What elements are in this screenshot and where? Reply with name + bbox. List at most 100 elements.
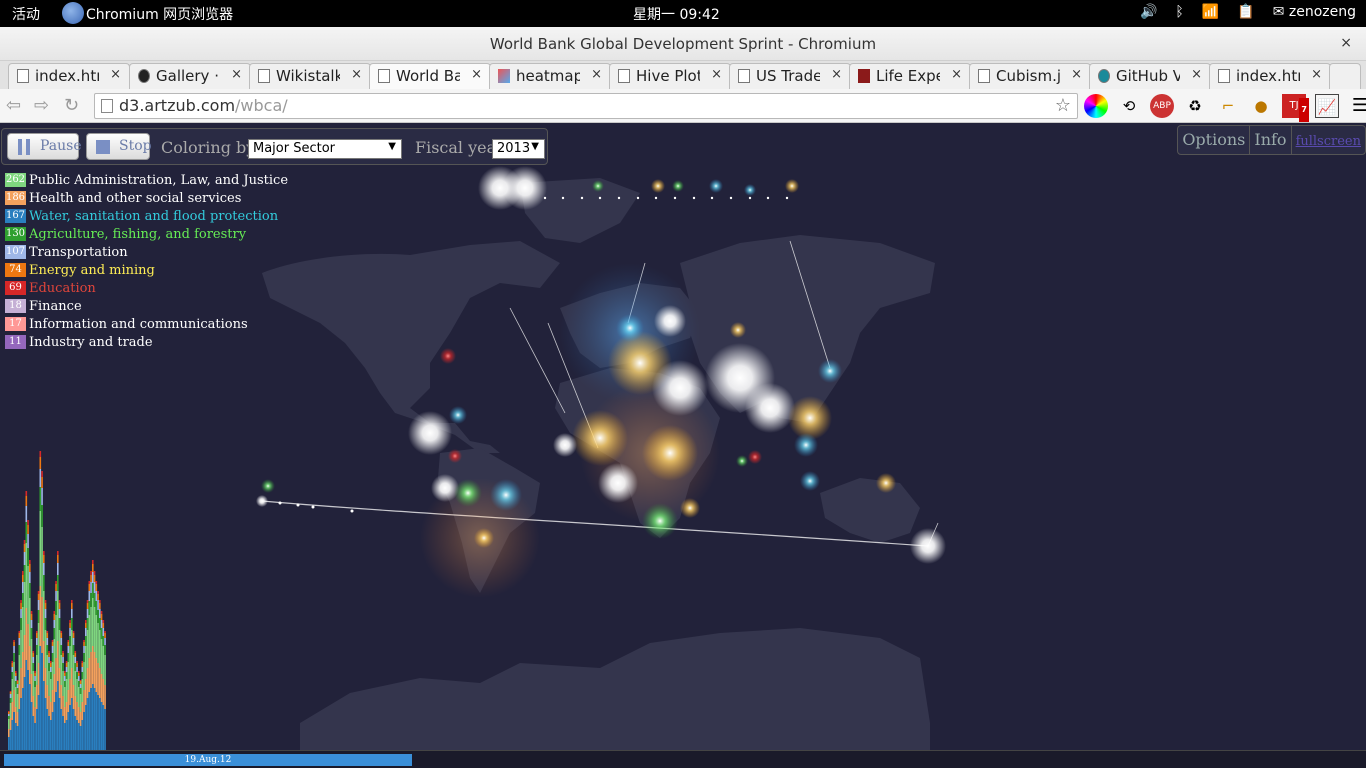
pause-icon: [18, 139, 30, 155]
tab-index-1[interactable]: index.htr ×: [8, 63, 130, 89]
histogram-bar-segment: [97, 591, 99, 594]
histogram-bar-segment: [93, 688, 96, 751]
refresh-extension-icon[interactable]: ♻: [1183, 94, 1207, 118]
histogram-bar-segment: [53, 614, 56, 620]
histogram-bar-segment: [72, 655, 75, 685]
volume-icon[interactable]: 🔊: [1140, 4, 1157, 20]
forward-icon[interactable]: ⇨: [34, 95, 49, 116]
tab-close-icon[interactable]: ×: [231, 67, 242, 82]
histogram-bar-segment: [53, 620, 56, 628]
histogram-bar-segment: [27, 525, 29, 534]
legend-item[interactable]: 69 Education: [5, 279, 288, 297]
cookie-icon[interactable]: ●: [1249, 94, 1273, 118]
tj-extension-icon[interactable]: TJ 7: [1282, 94, 1309, 122]
window-close-button[interactable]: ×: [1340, 35, 1352, 51]
legend-item[interactable]: 18 Finance: [5, 297, 288, 315]
info-link[interactable]: Info: [1249, 126, 1290, 154]
histogram-bar-segment: [18, 638, 21, 645]
tab-gallery[interactable]: Gallery · ×: [129, 63, 251, 89]
tab-close-icon[interactable]: ×: [351, 67, 362, 82]
tab-index-2[interactable]: index.htr ×: [1209, 63, 1331, 89]
menu-icon[interactable]: ☰: [1348, 94, 1366, 118]
histogram-bar-segment: [78, 676, 80, 681]
clock[interactable]: 星期一 09:42: [633, 4, 720, 24]
tab-close-icon[interactable]: ×: [110, 67, 121, 82]
reload-icon[interactable]: ↻: [64, 95, 79, 116]
histogram-bar-segment: [43, 681, 45, 751]
new-tab-button[interactable]: [1329, 63, 1361, 89]
tab-close-icon[interactable]: ×: [1191, 67, 1202, 82]
stop-button[interactable]: Stop: [86, 133, 152, 160]
ruler-icon[interactable]: ⌐: [1216, 94, 1240, 118]
histogram-bar-segment: [55, 615, 57, 658]
legend-item[interactable]: 11 Industry and trade: [5, 333, 288, 351]
legend-item[interactable]: 130 Agriculture, fishing, and forestry: [5, 225, 288, 243]
wifi-icon[interactable]: 📶: [1202, 4, 1219, 20]
legend-item[interactable]: 107 Transportation: [5, 243, 288, 261]
tab-life-expectancy[interactable]: Life Expe ×: [849, 63, 971, 89]
histogram-bar-segment: [9, 718, 12, 730]
tab-close-icon[interactable]: ×: [471, 67, 482, 82]
histogram-bar-segment: [58, 609, 61, 618]
activities-button[interactable]: 活动: [12, 4, 40, 24]
histogram-bar-segment: [50, 679, 52, 702]
tab-github[interactable]: GitHub V ×: [1089, 63, 1211, 89]
legend-item[interactable]: 262 Public Administration, Law, and Justi…: [5, 171, 288, 189]
tab-close-icon[interactable]: ×: [1071, 67, 1082, 82]
bluetooth-icon[interactable]: ᛒ: [1175, 4, 1183, 20]
histogram-bar-segment: [44, 668, 47, 698]
histogram-bar-segment: [90, 575, 92, 582]
coloring-select[interactable]: Major Sector ▼: [248, 139, 402, 159]
clipboard-icon[interactable]: 📋: [1237, 4, 1254, 20]
tab-close-icon[interactable]: ×: [1311, 67, 1322, 82]
histogram-bar-segment: [43, 641, 45, 681]
page-icon: [1218, 69, 1230, 83]
histogram-bar-segment: [36, 655, 38, 685]
stats-chart-icon[interactable]: 📈: [1315, 94, 1339, 118]
stop-icon: [96, 140, 110, 154]
app-menu[interactable]: Chromium 网页浏览器: [86, 4, 233, 24]
fullscreen-link[interactable]: fullscreen: [1290, 126, 1365, 154]
histogram-bar-segment: [71, 630, 73, 668]
histogram-bar-segment: [93, 607, 96, 652]
color-wheel-icon[interactable]: [1084, 94, 1108, 118]
pause-button[interactable]: Pause: [7, 133, 82, 160]
sync-icon[interactable]: ⟲: [1117, 94, 1141, 118]
histogram-bar-segment: [102, 679, 105, 705]
tab-close-icon[interactable]: ×: [831, 67, 842, 82]
histogram-bar-segment: [44, 698, 47, 751]
tab-close-icon[interactable]: ×: [711, 67, 722, 82]
user-menu[interactable]: ✉ zenozeng: [1273, 4, 1356, 20]
legend-item[interactable]: 186 Health and other social services: [5, 189, 288, 207]
timeline-bar[interactable]: 19.Aug.12: [0, 750, 1366, 768]
legend-item[interactable]: 167 Water, sanitation and flood protectio…: [5, 207, 288, 225]
adblock-icon[interactable]: ABP: [1150, 94, 1174, 118]
tab-wikistalk[interactable]: Wikistalk ×: [249, 63, 371, 89]
histogram-bar-segment: [97, 623, 99, 663]
flowingdata-icon: [858, 69, 870, 83]
system-tray[interactable]: 🔊 ᛒ 📶 📋 ✉ zenozeng: [1140, 4, 1356, 20]
tab-us-trade[interactable]: US Trade ×: [729, 63, 851, 89]
tab-heatmap[interactable]: heatmap ×: [489, 63, 611, 89]
legend-item[interactable]: 74 Energy and mining: [5, 261, 288, 279]
legend-item[interactable]: 17 Information and communications: [5, 315, 288, 333]
user-icon: ✉: [1272, 4, 1285, 20]
tab-world-bank[interactable]: World Bar×: [369, 63, 491, 89]
tab-close-icon[interactable]: ×: [951, 67, 962, 82]
histogram-bar-segment: [83, 640, 85, 642]
histogram-bar-segment: [27, 534, 29, 548]
tab-hive-plot[interactable]: Hive Plot ×: [609, 63, 731, 89]
fiscal-year-select[interactable]: 2013 ▼: [492, 139, 545, 159]
tab-close-icon[interactable]: ×: [591, 67, 602, 82]
options-link[interactable]: Options: [1178, 126, 1249, 154]
histogram-bar-segment: [13, 646, 15, 653]
bookmark-star-icon[interactable]: ☆: [1055, 95, 1071, 116]
histogram-bar-segment: [29, 598, 31, 646]
address-bar[interactable]: d3.artzub.com/wbca/ ☆: [94, 93, 1078, 119]
histogram-bar-segment: [43, 591, 45, 641]
back-icon[interactable]: ⇦: [6, 95, 21, 116]
histogram-bar-segment: [44, 618, 47, 630]
histogram-bar-segment: [23, 677, 26, 751]
tab-cubism[interactable]: Cubism.js×: [969, 63, 1091, 89]
histogram-bar-segment: [65, 663, 68, 667]
